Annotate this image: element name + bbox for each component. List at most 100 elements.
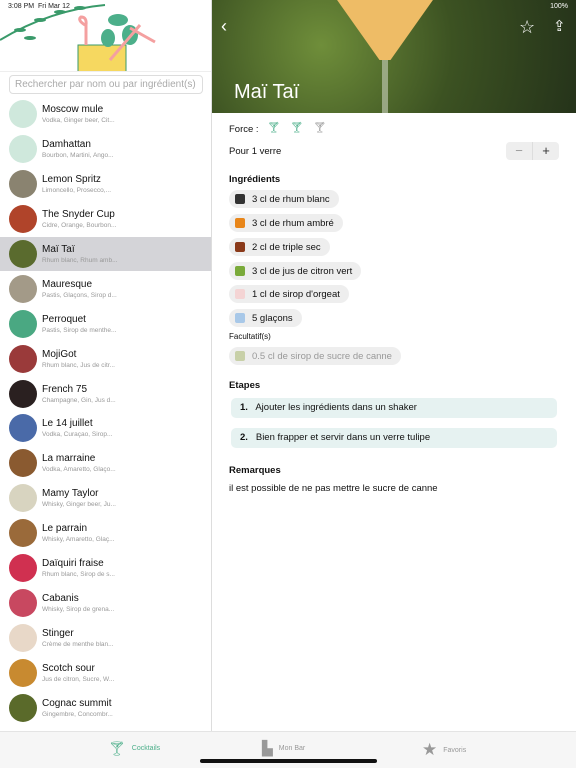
ingredient-pill: 3 cl de rhum ambré [229, 214, 343, 232]
ingredient-pill: 3 cl de rhum blanc [229, 190, 339, 208]
cocktail-ingredients: Whisky, Sirop de grena... [42, 605, 115, 613]
share-icon[interactable]: ⇪ [553, 17, 566, 35]
list-item[interactable]: French 75 Champagne, Gin, Jus d... [0, 376, 211, 411]
list-item[interactable]: Cognac summit Gingembre, Concombr... [0, 690, 211, 725]
cocktail-name: MojiGot [42, 348, 77, 360]
ingredient-icon [235, 313, 245, 323]
decrement-button[interactable]: − [506, 142, 533, 160]
glass-stem [382, 60, 388, 113]
status-battery: 100% [550, 3, 568, 10]
cocktail-avatar [9, 309, 37, 338]
optional-ingredient-pill: 0.5 cl de sirop de sucre de canne [229, 347, 401, 365]
ingredient-text: 3 cl de rhum ambré [252, 217, 334, 229]
header-illustration [0, 0, 211, 72]
ingredient-icon [235, 218, 245, 228]
list-item[interactable]: Cabanis Whisky, Sirop de grena... [0, 585, 211, 620]
list-item[interactable]: Stinger Crème de menthe blan... [0, 620, 211, 655]
tab-favoris[interactable]: ★ Favoris [422, 740, 466, 760]
tab-mon-bar[interactable]: ▙ Mon Bar [262, 740, 305, 757]
step-text: Bien frapper et servir dans un verre tul… [255, 432, 431, 443]
list-item[interactable]: Mamy Taylor Whisky, Ginger beer, Ju... [0, 481, 211, 516]
cocktail-list: Moscow mule Vodka, Ginger beer, Cit... Dam… [0, 97, 211, 725]
cocktail-ingredients: Vodka, Ginger beer, Cit... [42, 117, 115, 125]
cocktail-name: La marraine [42, 453, 96, 465]
list-item[interactable]: La marraine Vodka, Amaretto, Glaço... [0, 446, 211, 481]
cocktail-avatar [9, 240, 37, 268]
force-rating: 🍸︎ 🍸︎ 🍸︎ [267, 121, 327, 134]
cocktail-name: Damhattan [42, 139, 91, 151]
sidebar: Rechercher par nom ou par ingrédient(s) … [0, 0, 212, 731]
list-item[interactable]: Le 14 juillet Vodka, Curaçao, Sirop... [0, 411, 211, 446]
cocktail-name: Moscow mule [42, 104, 104, 116]
cocktail-ingredients: Champagne, Gin, Jus d... [42, 396, 116, 404]
cocktail-avatar [9, 693, 37, 722]
cocktail-name: Le parrain [42, 523, 88, 535]
cocktail-avatar [9, 100, 37, 129]
cocktail-name: Mauresque [42, 278, 93, 290]
list-item[interactable]: Moscow mule Vodka, Ginger beer, Cit... [0, 97, 211, 132]
cocktail-avatar [9, 554, 37, 583]
list-item[interactable]: Scotch sour Jus de citron, Sucre, W... [0, 655, 211, 690]
steps-heading: Etapes [229, 380, 261, 391]
list-item[interactable]: MojiGot Rhum blanc, Jus de citr... [0, 341, 211, 376]
favorite-star-icon[interactable]: ☆ [519, 17, 535, 38]
ingredient-icon [235, 194, 245, 204]
cocktail-avatar [9, 623, 37, 652]
list-item[interactable]: Daïquiri fraise Rhum blanc, Sirop de s... [0, 551, 211, 586]
list-item[interactable]: The Snyder Cup Cidre, Orange, Bourbon... [0, 202, 211, 237]
cocktail-avatar [9, 205, 37, 234]
cocktail-name: Mamy Taylor [42, 488, 99, 500]
cocktail-name: Cognac summit [42, 697, 112, 709]
list-item[interactable]: Mauresque Pastis, Glaçons, Sirop d... [0, 271, 211, 306]
increment-button[interactable]: + [533, 142, 559, 160]
cocktail-ingredients: Vodka, Curaçao, Sirop... [42, 431, 113, 439]
step-number: 2. [240, 432, 248, 443]
back-chevron-icon[interactable]: ‹ [221, 16, 227, 37]
bar-bottles-icon: ▙ [262, 740, 273, 756]
cocktail-avatar [9, 274, 37, 303]
cocktail-name: Stinger [42, 627, 74, 639]
optional-heading: Facultatif(s) [229, 332, 271, 341]
cocktail-avatar [9, 449, 37, 478]
ingredient-text: 3 cl de jus de citron vert [252, 265, 353, 277]
cocktail-name: Le 14 juillet [42, 418, 93, 430]
cocktail-glass-icon: 🍸︎ [108, 740, 126, 756]
step-item: 2. Bien frapper et servir dans un verre … [231, 428, 557, 448]
cocktail-avatar [9, 658, 37, 687]
remarks-text: il est possible de ne pas mettre le sucr… [229, 483, 438, 494]
cocktail-ingredients: Rhum blanc, Rhum amb... [42, 257, 118, 264]
cocktail-ingredients: Rhum blanc, Sirop de s... [42, 571, 115, 579]
ingredient-pill: 5 glaçons [229, 309, 302, 327]
cocktail-avatar [9, 588, 37, 617]
cocktail-avatar [9, 379, 37, 408]
ingredient-icon [235, 266, 245, 276]
servings-stepper[interactable]: − + [506, 142, 559, 160]
cocktail-name: Perroquet [42, 313, 86, 325]
list-item[interactable]: Perroquet Pastis, Sirop de menthe... [0, 306, 211, 341]
tab-cocktails[interactable]: 🍸︎ Cocktails [108, 740, 160, 757]
ingredient-pill: 3 cl de jus de citron vert [229, 262, 362, 280]
list-item[interactable]: Maï Taï Rhum blanc, Rhum amb... [0, 236, 211, 272]
ingredient-text: 0.5 cl de sirop de sucre de canne [252, 350, 392, 362]
cocktail-avatar [9, 344, 37, 373]
ingredient-pill: 2 cl de triple sec [229, 238, 330, 256]
cocktail-ingredients: Rhum blanc, Jus de citr... [42, 361, 115, 369]
cocktail-ingredients: Whisky, Ginger beer, Ju... [42, 501, 116, 509]
cocktail-name: Lemon Spritz [42, 174, 101, 186]
home-indicator [200, 759, 377, 763]
list-item[interactable]: Lemon Spritz Limoncello, Prosecco,... [0, 167, 211, 202]
cocktail-avatar [9, 170, 37, 199]
ingredient-text: 5 glaçons [252, 312, 293, 324]
search-input[interactable]: Rechercher par nom ou par ingrédient(s) [9, 75, 203, 94]
force-label: Force : [229, 124, 259, 135]
step-item: 1. Ajouter les ingrédients dans un shake… [231, 398, 557, 418]
list-item[interactable]: Damhattan Bourbon, Martini, Ango... [0, 132, 211, 167]
list-item[interactable]: Le parrain Whisky, Amaretto, Glaç... [0, 516, 211, 551]
ingredient-icon [235, 289, 245, 299]
force-glass-icon: 🍸︎ [267, 122, 281, 134]
cocktail-name: Scotch sour [42, 662, 95, 674]
cocktail-name: The Snyder Cup [42, 209, 115, 221]
cocktail-ingredients: Limoncello, Prosecco,... [42, 187, 112, 195]
ingredient-text: 2 cl de triple sec [252, 241, 321, 253]
remarks-heading: Remarques [229, 465, 281, 476]
